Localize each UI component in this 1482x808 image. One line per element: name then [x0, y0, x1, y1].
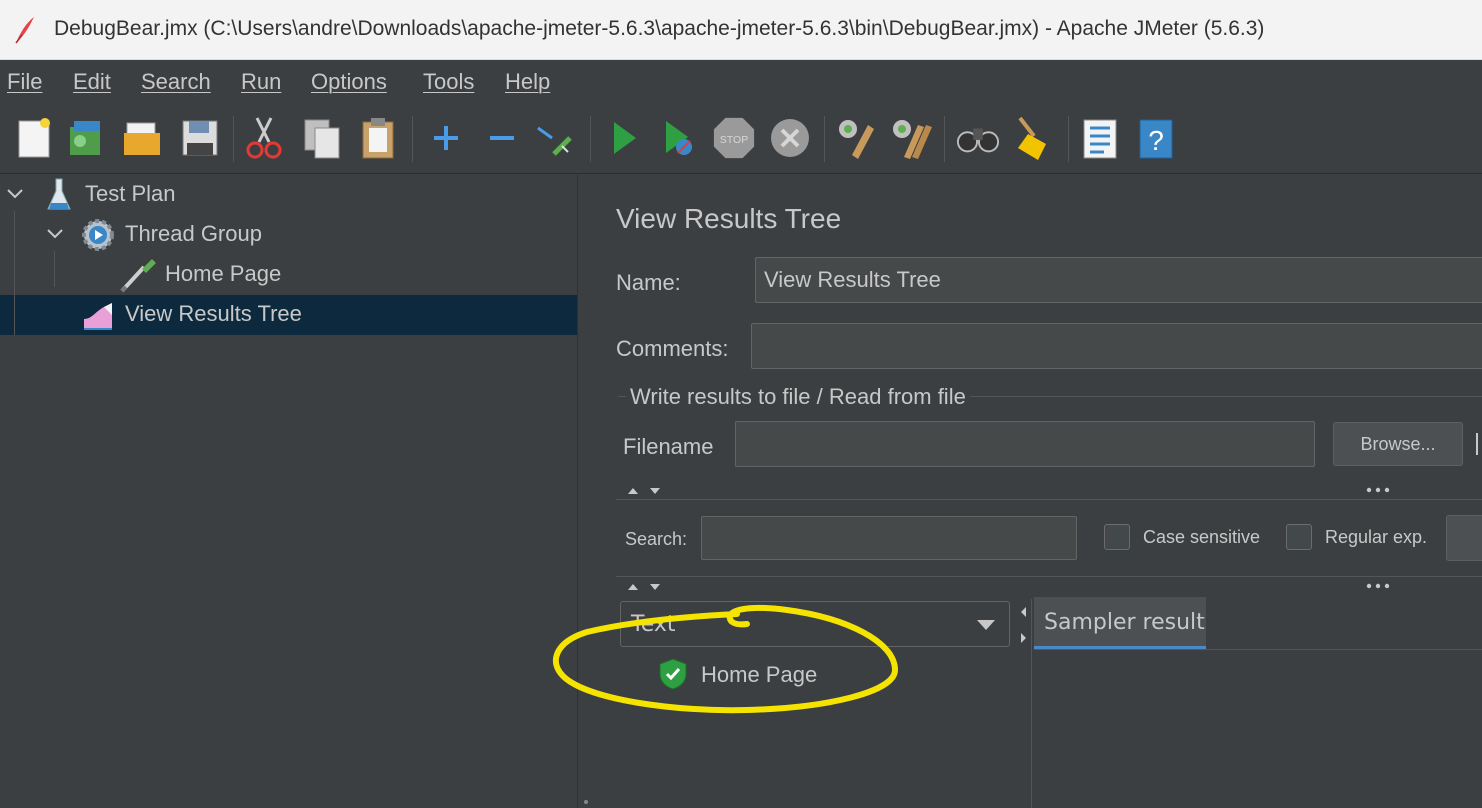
templates-icon[interactable]	[64, 114, 108, 162]
splitter-arrows-icon[interactable]	[626, 581, 666, 593]
start-icon[interactable]	[602, 114, 646, 162]
splitter-arrows-icon[interactable]	[626, 485, 666, 497]
tree-splitter[interactable]	[577, 175, 595, 808]
save-icon[interactable]	[178, 114, 222, 162]
name-field[interactable]: View Results Tree	[755, 257, 1482, 303]
comments-field[interactable]	[751, 323, 1482, 369]
menu-edit[interactable]: Edit	[73, 69, 111, 95]
menu-bar: File Edit Search Run Options Tools Help	[0, 60, 1482, 104]
test-plan-tree: Test Plan Thread Group Home Page View Re…	[0, 175, 577, 808]
tree-item-thread-group[interactable]: Thread Group	[0, 215, 577, 255]
tree-item-label: View Results Tree	[125, 301, 302, 326]
open-icon[interactable]	[120, 114, 164, 162]
listener-icon	[84, 303, 112, 330]
expand-icon[interactable]	[424, 114, 468, 162]
title-bar: DebugBear.jmx (C:\Users\andre\Downloads\…	[0, 0, 1482, 60]
menu-file[interactable]: File	[7, 69, 42, 95]
svg-text:?: ?	[1148, 125, 1164, 156]
cut-icon[interactable]	[242, 114, 286, 162]
collapse-icon[interactable]	[480, 114, 524, 162]
regular-exp-checkbox[interactable]	[1286, 524, 1312, 550]
renderer-select[interactable]: Text	[620, 601, 1010, 647]
filename-field[interactable]	[735, 421, 1315, 467]
results-splitter[interactable]	[1014, 599, 1032, 808]
broom-icon[interactable]	[1012, 114, 1056, 162]
menu-search[interactable]: Search	[141, 69, 211, 95]
file-group-label: Write results to file / Read from file	[626, 384, 970, 410]
clear-all-icon[interactable]	[888, 114, 932, 162]
shutdown-icon[interactable]	[768, 114, 812, 162]
new-icon[interactable]	[12, 114, 56, 162]
tree-item-test-plan[interactable]: Test Plan	[0, 175, 577, 215]
tab-sampler-result[interactable]: Sampler result	[1034, 597, 1206, 649]
result-item-label: Home Page	[701, 662, 818, 687]
tree-item-label: Test Plan	[85, 181, 176, 206]
search-button[interactable]	[1446, 515, 1482, 561]
tree-item-label: Thread Group	[125, 221, 262, 246]
jmeter-feather-icon	[15, 17, 34, 44]
flask-icon	[47, 178, 71, 210]
stop-icon[interactable]: STOP	[712, 114, 756, 162]
toggle-icon[interactable]	[532, 114, 576, 162]
case-sensitive-checkbox[interactable]	[1104, 524, 1130, 550]
renderer-select-value: Text	[631, 612, 676, 637]
comments-label: Comments:	[616, 336, 729, 361]
pipette-icon	[120, 259, 156, 293]
function-helper-icon[interactable]	[1078, 114, 1122, 162]
copy-icon[interactable]	[300, 114, 344, 162]
more-dots-icon[interactable]	[1366, 486, 1392, 494]
tree-item-label: Home Page	[165, 261, 282, 286]
menu-options[interactable]: Options	[311, 69, 387, 95]
name-label: Name:	[616, 270, 681, 295]
search-label: Search:	[625, 529, 688, 549]
gear-icon	[82, 219, 114, 251]
browse-button[interactable]: Browse...	[1333, 422, 1463, 466]
tree-item-view-results-tree[interactable]: View Results Tree	[0, 295, 577, 335]
page-title: View Results Tree	[616, 203, 842, 234]
view-results-tree-panel: View Results Tree Name: View Results Tre…	[596, 175, 1482, 808]
paste-icon[interactable]	[356, 114, 400, 162]
menu-tools[interactable]: Tools	[423, 69, 474, 95]
tab-label: Sampler result	[1044, 610, 1205, 635]
help-icon[interactable]: ?	[1134, 114, 1178, 162]
toolbar: STOP ?	[0, 104, 1482, 174]
chevron-down-icon	[977, 620, 995, 630]
more-dots-icon[interactable]	[1366, 582, 1392, 590]
stop-icon-label: STOP	[720, 134, 748, 146]
tree-item-home-page[interactable]: Home Page	[0, 255, 577, 295]
window-title: DebugBear.jmx (C:\Users\andre\Downloads\…	[54, 17, 1265, 40]
search-input[interactable]	[701, 516, 1077, 560]
regular-exp-label: Regular exp.	[1325, 527, 1428, 547]
clear-icon[interactable]	[832, 114, 876, 162]
menu-help[interactable]: Help	[505, 69, 550, 95]
menu-run[interactable]: Run	[241, 69, 281, 95]
success-shield-icon	[659, 658, 687, 690]
start-no-pauses-icon[interactable]	[656, 114, 700, 162]
binoculars-icon[interactable]	[956, 114, 1000, 162]
result-item-home-page[interactable]: Home Page	[656, 655, 956, 695]
case-sensitive-label: Case sensitive	[1143, 527, 1261, 547]
filename-label: Filename	[623, 434, 714, 459]
